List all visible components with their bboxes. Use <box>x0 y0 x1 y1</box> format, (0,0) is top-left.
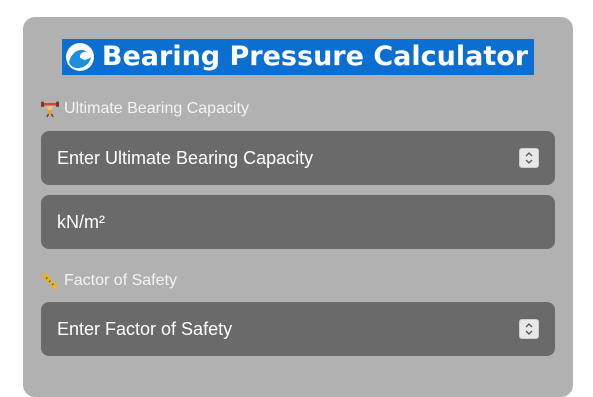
ruler-icon <box>41 272 59 290</box>
factor-of-safety-label-text: Factor of Safety <box>64 272 177 289</box>
calculator-card: Bearing Pressure Calculator Ultimate Bea… <box>23 17 573 397</box>
unit-field[interactable]: kN/m² <box>41 195 555 249</box>
ultimate-capacity-label-text: Ultimate Bearing Capacity <box>64 100 249 117</box>
unit-value: kN/m² <box>57 211 105 232</box>
factor-of-safety-label: Factor of Safety <box>41 272 177 290</box>
weight-lifter-icon <box>41 100 59 118</box>
title-bar: Bearing Pressure Calculator <box>23 39 573 76</box>
ultimate-capacity-input[interactable]: Enter Ultimate Bearing Capacity <box>41 131 555 185</box>
factor-of-safety-input[interactable]: Enter Factor of Safety <box>41 302 555 356</box>
ultimate-capacity-label: Ultimate Bearing Capacity <box>41 100 249 118</box>
title-text: Bearing Pressure Calculator <box>101 41 529 72</box>
spin-arrows-icon[interactable] <box>519 319 539 339</box>
factor-of-safety-placeholder: Enter Factor of Safety <box>57 318 233 339</box>
spin-arrows-icon[interactable] <box>519 148 539 168</box>
wave-icon <box>65 43 94 71</box>
ultimate-capacity-placeholder: Enter Ultimate Bearing Capacity <box>57 147 314 168</box>
page-title: Bearing Pressure Calculator <box>61 39 535 75</box>
